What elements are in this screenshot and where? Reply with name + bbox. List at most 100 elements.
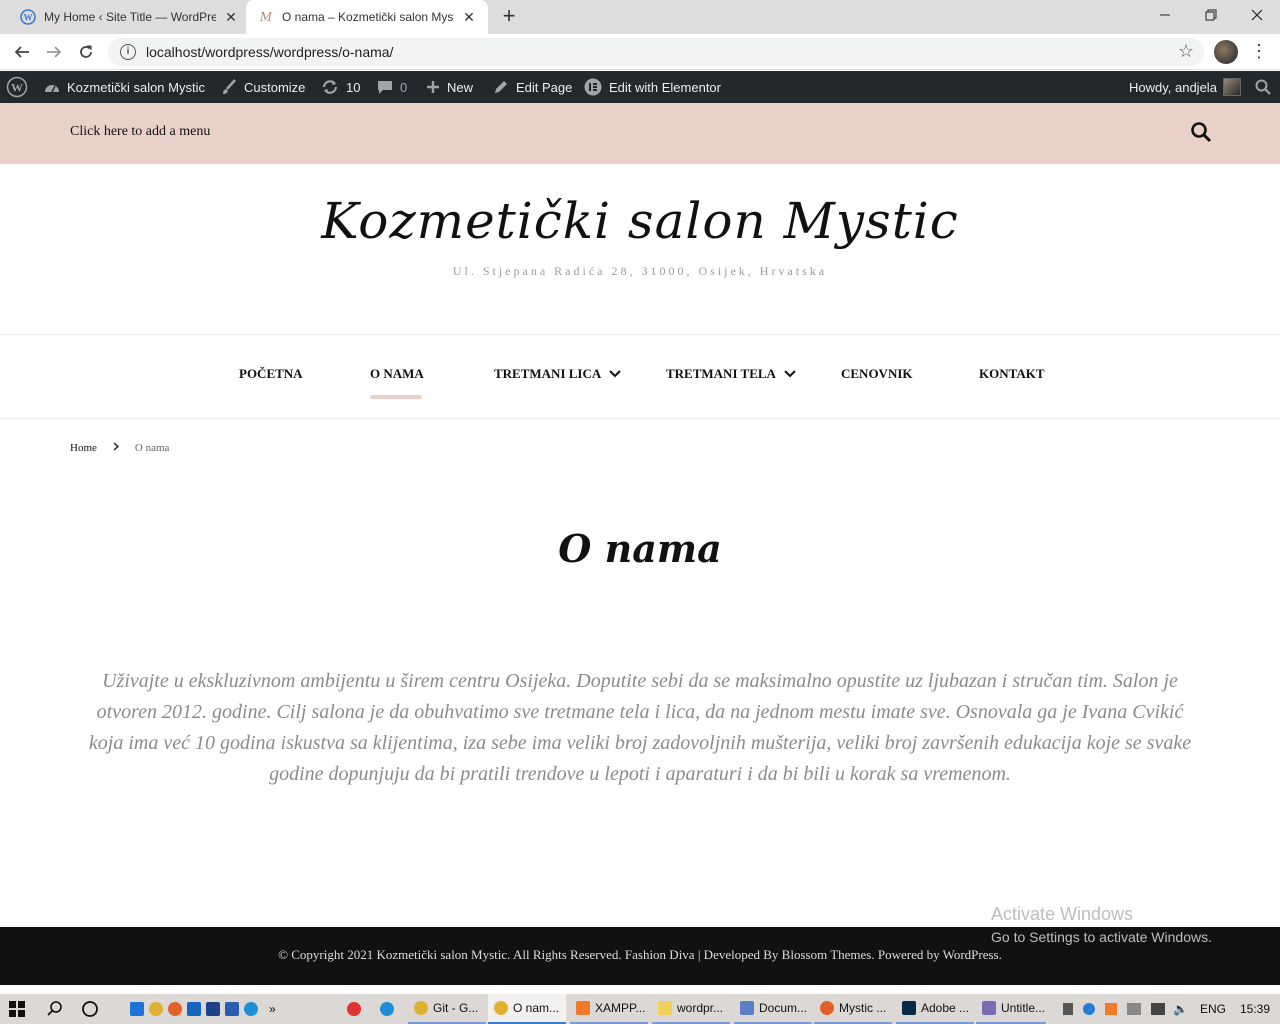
wordpress-icon: W [20,9,36,25]
nav-label: POČETNA [239,366,303,381]
taskbar-item-label: XAMPP... [595,1001,646,1015]
svg-text:W: W [24,13,33,23]
chevron-down-icon[interactable] [609,370,621,378]
taskbar-item-mystic[interactable]: Mystic ... [814,994,892,1024]
elementor-icon [584,78,602,96]
nav-item-cenovnik[interactable]: CENOVNIK [841,366,913,382]
document-icon [740,1001,754,1015]
taskbar-item-o-nama[interactable]: O nam... [488,994,566,1024]
bs-icon[interactable] [225,1002,239,1016]
volume-icon[interactable]: 🔈 [1173,1002,1188,1016]
reload-icon[interactable] [74,40,98,64]
admin-site-name[interactable]: Kozmetički salon Mystic [44,71,205,103]
account-menu[interactable]: Howdy, andjela [1129,71,1241,103]
search-icon[interactable] [1189,120,1213,144]
comments-link[interactable]: 0 [377,71,407,103]
nav-item-o-nama[interactable]: O NAMA [370,366,424,382]
page-body-text: Uživajte u ekskluzivnom ambijentu u šire… [88,670,1192,785]
outlook-icon[interactable] [187,1002,201,1016]
close-window-icon[interactable] [1234,0,1280,30]
watermark-title: Activate Windows [991,904,1134,924]
window-controls [1142,0,1280,30]
taskbar-item-xampp[interactable]: XAMPP... [570,994,648,1024]
close-tab-icon[interactable]: ✕ [460,8,478,26]
customize-label: Customize [244,79,306,95]
display-icon[interactable] [1151,1003,1165,1015]
calculator-icon[interactable] [206,1002,220,1016]
main-navigation: POČETNA O NAMA TRETMANI LICA TRETMANI TE… [0,334,1280,419]
comment-icon [377,79,393,95]
paint-icon [982,1001,996,1015]
taskbar-item-wordpress-folder[interactable]: wordpr... [652,994,730,1024]
customize-link[interactable]: Customize [221,71,305,103]
breadcrumb-home[interactable]: Home [70,442,97,454]
watermark-subtitle: Go to Settings to activate Windows. [991,929,1212,945]
browser-tab-bar: W My Home ‹ Site Title — WordPress ✕ M O… [0,0,1280,34]
app-icon[interactable] [347,1002,361,1016]
browser-tab[interactable]: W My Home ‹ Site Title — WordPress ✕ [0,0,246,34]
new-content-link[interactable]: New [426,71,473,103]
breadcrumb-current: O nama [134,442,170,454]
taskbar-item-git[interactable]: Git - G... [408,994,486,1024]
add-menu-link[interactable]: Click here to add a menu [70,124,210,140]
search-taskbar-icon[interactable] [46,994,64,1024]
nav-item-tretmani-tela[interactable]: TRETMANI TELA [666,366,796,382]
overflow-icon[interactable]: » [269,1002,276,1016]
new-label: New [447,79,474,95]
wp-logo-icon[interactable]: W [6,71,28,103]
cortana-icon[interactable] [81,994,99,1024]
copyright-text: © Copyright 2021 Kozmetički salon Mystic… [278,947,1002,962]
taskbar-item-untitled[interactable]: Untitle... [976,994,1046,1024]
windows-activation-watermark: Activate Windows Go to Settings to activ… [991,904,1212,945]
xampp-tray-icon[interactable] [1105,1003,1117,1015]
taskbar-item-adobe[interactable]: Adobe ... [896,994,974,1024]
edge-running-icon[interactable] [380,1002,394,1016]
language-indicator[interactable]: ENG [1200,1002,1226,1016]
pinned-apps: » [130,994,276,1024]
tab-title: O nama – Kozmetički salon Mystic [282,10,454,24]
updates-link[interactable]: 10 [321,71,360,103]
updates-count: 10 [346,79,361,95]
nav-item-pocetna[interactable]: POČETNA [239,366,303,382]
browser-tab-active[interactable]: M O nama – Kozmetički salon Mystic ✕ [246,0,488,34]
chrome-icon[interactable] [149,1002,163,1016]
forward-icon[interactable] [42,40,66,64]
address-bar[interactable]: i localhost/wordpress/wordpress/o-nama/ … [108,38,1204,66]
taskbar-item-document[interactable]: Docum... [734,994,812,1024]
updates-icon [321,79,339,95]
restore-icon[interactable] [1188,0,1234,30]
network-tray-icon[interactable] [1127,1003,1141,1015]
nav-label: TRETMANI TELA [666,366,776,381]
user-avatar [1222,78,1241,96]
svg-text:W: W [11,81,23,95]
folder-icon [658,1001,672,1015]
elementor-link[interactable]: Edit with Elementor [584,71,721,103]
explorer-icon[interactable] [130,1002,144,1016]
howdy-label: Howdy, andjela [1129,79,1217,95]
firefox-icon[interactable] [168,1002,182,1016]
tray-app-icon[interactable] [1063,1003,1073,1015]
taskbar-item-label: wordpr... [677,1001,724,1015]
back-icon[interactable] [10,40,34,64]
taskbar-item-label: Docum... [759,1001,808,1015]
edit-page-link[interactable]: Edit Page [493,71,572,103]
admin-search-icon[interactable] [1255,71,1271,103]
profile-avatar[interactable] [1214,40,1238,64]
new-tab-button[interactable]: + [498,5,520,28]
site-title[interactable]: Kozmetički salon Mystic [0,192,1280,250]
clock[interactable]: 15:39 [1240,1002,1270,1016]
tray-app-icon[interactable] [1083,1003,1095,1015]
site-info-icon[interactable]: i [120,44,136,60]
browser-menu-icon[interactable]: ⋮ [1250,40,1268,64]
bookmark-star-icon[interactable]: ☆ [1178,41,1194,62]
edge-icon[interactable] [244,1002,258,1016]
close-tab-icon[interactable]: ✕ [222,8,240,26]
minimize-icon[interactable] [1142,0,1188,30]
chevron-down-icon[interactable] [784,370,796,378]
nav-item-kontakt[interactable]: KONTAKT [979,366,1045,382]
nav-label: CENOVNIK [841,366,913,381]
nav-item-tretmani-lica[interactable]: TRETMANI LICA [494,366,621,382]
taskbar-item-label: Untitle... [1001,1001,1046,1015]
start-icon[interactable] [8,994,26,1024]
secondary-menu-bar: Click here to add a menu [0,103,1280,164]
